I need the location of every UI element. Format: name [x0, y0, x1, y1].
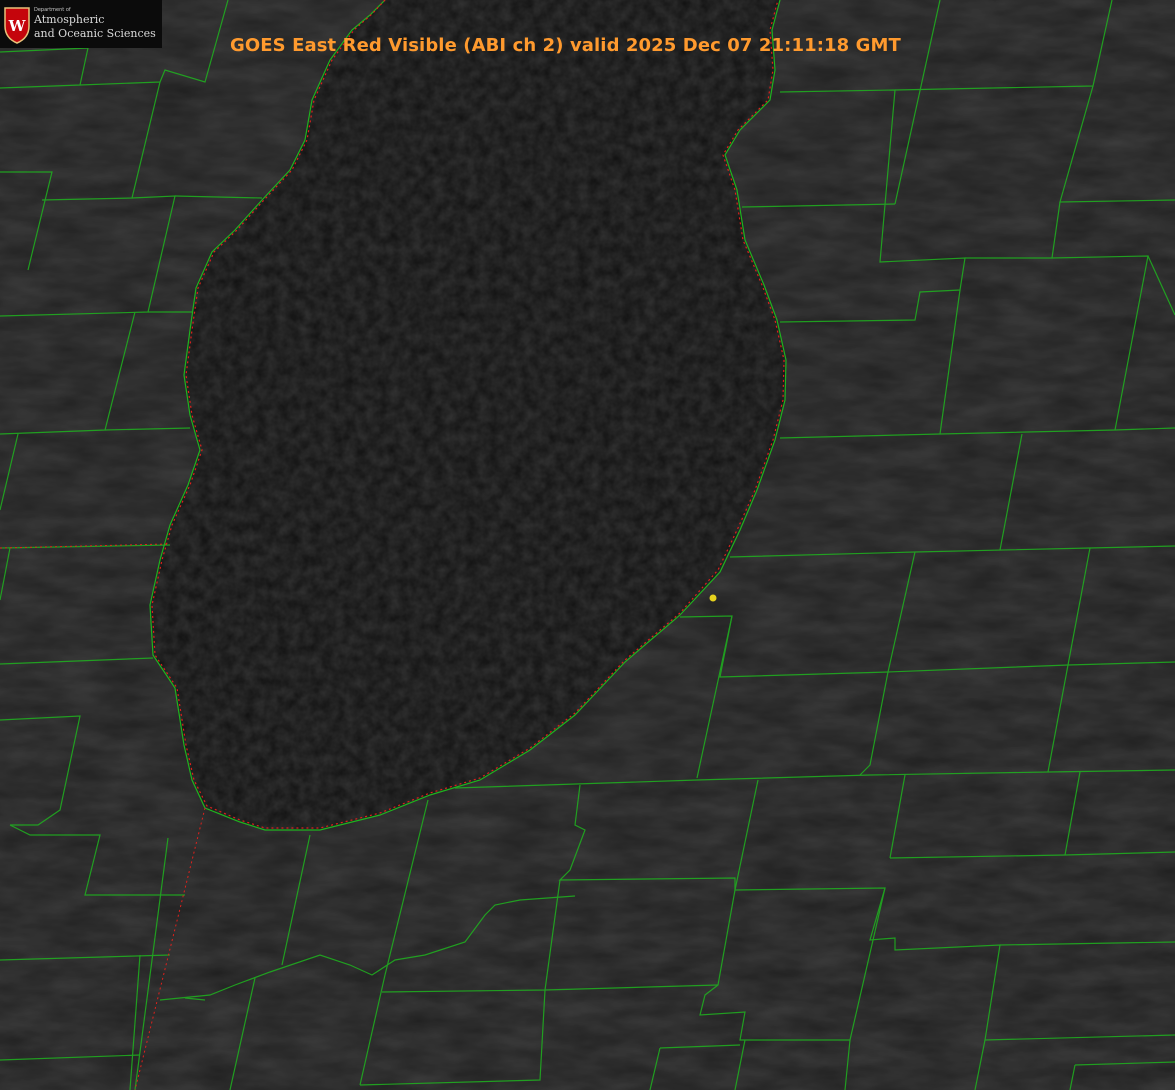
logo-line2: and Oceanic Sciences	[34, 27, 156, 40]
satellite-image	[0, 0, 1175, 1090]
aos-logo: W Department of Atmospheric and Oceanic …	[0, 0, 162, 48]
logo-line1: Atmospheric	[34, 13, 105, 26]
location-marker	[709, 594, 717, 602]
image-title: GOES East Red Visible (ABI ch 2) valid 2…	[230, 35, 901, 56]
svg-text:W: W	[8, 17, 27, 35]
uw-crest-icon: W	[4, 7, 30, 44]
